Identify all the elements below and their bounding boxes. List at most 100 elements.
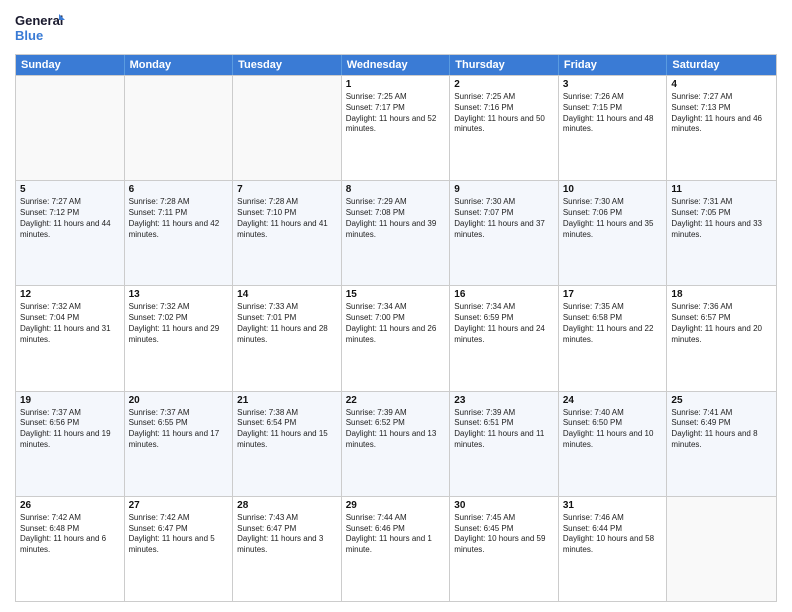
day-number: 30 — [454, 500, 554, 511]
calendar-row: 5 Sunrise: 7:27 AM Sunset: 7:12 PM Daylig… — [16, 180, 776, 285]
calendar-cell: 24 Sunrise: 7:40 AM Sunset: 6:50 PM Dayli… — [559, 392, 668, 496]
calendar-header: SundayMondayTuesdayWednesdayThursdayFrid… — [16, 55, 776, 75]
cell-info: Sunrise: 7:39 AM Sunset: 6:51 PM Dayligh… — [454, 408, 554, 451]
day-number: 19 — [20, 395, 120, 406]
cell-info: Sunrise: 7:35 AM Sunset: 6:58 PM Dayligh… — [563, 302, 663, 345]
cell-info: Sunrise: 7:44 AM Sunset: 6:46 PM Dayligh… — [346, 513, 446, 556]
day-of-week-header: Wednesday — [342, 55, 451, 75]
day-of-week-header: Sunday — [16, 55, 125, 75]
day-number: 24 — [563, 395, 663, 406]
day-number: 29 — [346, 500, 446, 511]
day-number: 20 — [129, 395, 229, 406]
cell-info: Sunrise: 7:33 AM Sunset: 7:01 PM Dayligh… — [237, 302, 337, 345]
calendar-cell: 3Sunrise: 7:26 AM Sunset: 7:15 PM Daylig… — [559, 76, 668, 180]
calendar-cell: 29 Sunrise: 7:44 AM Sunset: 6:46 PM Dayli… — [342, 497, 451, 601]
cell-info: Sunrise: 7:38 AM Sunset: 6:54 PM Dayligh… — [237, 408, 337, 451]
calendar-cell: 7 Sunrise: 7:28 AM Sunset: 7:10 PM Daylig… — [233, 181, 342, 285]
cell-info: Sunrise: 7:37 AM Sunset: 6:55 PM Dayligh… — [129, 408, 229, 451]
calendar-cell: 31 Sunrise: 7:46 AM Sunset: 6:44 PM Dayli… — [559, 497, 668, 601]
cell-info: Sunrise: 7:39 AM Sunset: 6:52 PM Dayligh… — [346, 408, 446, 451]
cell-info: Sunrise: 7:34 AM Sunset: 7:00 PM Dayligh… — [346, 302, 446, 345]
day-number: 23 — [454, 395, 554, 406]
day-number: 1 — [346, 79, 446, 90]
calendar-cell: 21 Sunrise: 7:38 AM Sunset: 6:54 PM Dayli… — [233, 392, 342, 496]
day-number: 7 — [237, 184, 337, 195]
logo: General Blue — [15, 10, 65, 46]
calendar-cell: 13Sunrise: 7:32 AM Sunset: 7:02 PM Dayli… — [125, 286, 234, 390]
day-of-week-header: Monday — [125, 55, 234, 75]
day-number: 27 — [129, 500, 229, 511]
cell-info: Sunrise: 7:46 AM Sunset: 6:44 PM Dayligh… — [563, 513, 663, 556]
calendar-row: 12Sunrise: 7:32 AM Sunset: 7:04 PM Dayli… — [16, 285, 776, 390]
svg-text:Blue: Blue — [15, 28, 43, 43]
calendar-row: 1 Sunrise: 7:25 AM Sunset: 7:17 PM Daylig… — [16, 75, 776, 180]
calendar: SundayMondayTuesdayWednesdayThursdayFrid… — [15, 54, 777, 602]
calendar-cell: 18Sunrise: 7:36 AM Sunset: 6:57 PM Dayli… — [667, 286, 776, 390]
cell-info: Sunrise: 7:27 AM Sunset: 7:12 PM Dayligh… — [20, 197, 120, 240]
calendar-cell: 20 Sunrise: 7:37 AM Sunset: 6:55 PM Dayli… — [125, 392, 234, 496]
day-number: 11 — [671, 184, 772, 195]
cell-info: Sunrise: 7:28 AM Sunset: 7:11 PM Dayligh… — [129, 197, 229, 240]
cell-info: Sunrise: 7:43 AM Sunset: 6:47 PM Dayligh… — [237, 513, 337, 556]
day-number: 6 — [129, 184, 229, 195]
calendar-body: 1 Sunrise: 7:25 AM Sunset: 7:17 PM Daylig… — [16, 75, 776, 601]
day-number: 17 — [563, 289, 663, 300]
cell-info: Sunrise: 7:30 AM Sunset: 7:07 PM Dayligh… — [454, 197, 554, 240]
calendar-row: 19 Sunrise: 7:37 AM Sunset: 6:56 PM Dayli… — [16, 391, 776, 496]
calendar-cell: 5 Sunrise: 7:27 AM Sunset: 7:12 PM Daylig… — [16, 181, 125, 285]
day-number: 8 — [346, 184, 446, 195]
calendar-row: 26Sunrise: 7:42 AM Sunset: 6:48 PM Dayli… — [16, 496, 776, 601]
day-number: 21 — [237, 395, 337, 406]
empty-cell — [233, 76, 342, 180]
calendar-cell: 27 Sunrise: 7:42 AM Sunset: 6:47 PM Dayli… — [125, 497, 234, 601]
calendar-cell: 16 Sunrise: 7:34 AM Sunset: 6:59 PM Dayli… — [450, 286, 559, 390]
cell-info: Sunrise: 7:25 AM Sunset: 7:17 PM Dayligh… — [346, 92, 446, 135]
cell-info: Sunrise: 7:32 AM Sunset: 7:04 PM Dayligh… — [20, 302, 120, 345]
day-number: 26 — [20, 500, 120, 511]
cell-info: Sunrise: 7:45 AM Sunset: 6:45 PM Dayligh… — [454, 513, 554, 556]
day-of-week-header: Friday — [559, 55, 668, 75]
calendar-cell: 6 Sunrise: 7:28 AM Sunset: 7:11 PM Daylig… — [125, 181, 234, 285]
day-number: 25 — [671, 395, 772, 406]
cell-info: Sunrise: 7:36 AM Sunset: 6:57 PM Dayligh… — [671, 302, 772, 345]
calendar-cell: 4 Sunrise: 7:27 AM Sunset: 7:13 PM Daylig… — [667, 76, 776, 180]
day-number: 28 — [237, 500, 337, 511]
calendar-cell: 30 Sunrise: 7:45 AM Sunset: 6:45 PM Dayli… — [450, 497, 559, 601]
calendar-cell: 11Sunrise: 7:31 AM Sunset: 7:05 PM Dayli… — [667, 181, 776, 285]
cell-info: Sunrise: 7:28 AM Sunset: 7:10 PM Dayligh… — [237, 197, 337, 240]
calendar-cell: 22 Sunrise: 7:39 AM Sunset: 6:52 PM Dayli… — [342, 392, 451, 496]
day-of-week-header: Tuesday — [233, 55, 342, 75]
page: General Blue SundayMondayTuesdayWednesda… — [0, 0, 792, 612]
day-number: 2 — [454, 79, 554, 90]
day-number: 16 — [454, 289, 554, 300]
cell-info: Sunrise: 7:25 AM Sunset: 7:16 PM Dayligh… — [454, 92, 554, 135]
day-number: 4 — [671, 79, 772, 90]
day-of-week-header: Thursday — [450, 55, 559, 75]
calendar-cell: 9Sunrise: 7:30 AM Sunset: 7:07 PM Daylig… — [450, 181, 559, 285]
cell-info: Sunrise: 7:30 AM Sunset: 7:06 PM Dayligh… — [563, 197, 663, 240]
cell-info: Sunrise: 7:26 AM Sunset: 7:15 PM Dayligh… — [563, 92, 663, 135]
header: General Blue — [15, 10, 777, 46]
cell-info: Sunrise: 7:40 AM Sunset: 6:50 PM Dayligh… — [563, 408, 663, 451]
cell-info: Sunrise: 7:27 AM Sunset: 7:13 PM Dayligh… — [671, 92, 772, 135]
calendar-cell: 28 Sunrise: 7:43 AM Sunset: 6:47 PM Dayli… — [233, 497, 342, 601]
day-number: 31 — [563, 500, 663, 511]
logo-svg: General Blue — [15, 10, 65, 46]
calendar-cell: 15Sunrise: 7:34 AM Sunset: 7:00 PM Dayli… — [342, 286, 451, 390]
day-number: 10 — [563, 184, 663, 195]
day-of-week-header: Saturday — [667, 55, 776, 75]
cell-info: Sunrise: 7:34 AM Sunset: 6:59 PM Dayligh… — [454, 302, 554, 345]
cell-info: Sunrise: 7:37 AM Sunset: 6:56 PM Dayligh… — [20, 408, 120, 451]
cell-info: Sunrise: 7:41 AM Sunset: 6:49 PM Dayligh… — [671, 408, 772, 451]
calendar-cell: 26Sunrise: 7:42 AM Sunset: 6:48 PM Dayli… — [16, 497, 125, 601]
empty-cell — [667, 497, 776, 601]
day-number: 22 — [346, 395, 446, 406]
cell-info: Sunrise: 7:29 AM Sunset: 7:08 PM Dayligh… — [346, 197, 446, 240]
empty-cell — [125, 76, 234, 180]
day-number: 13 — [129, 289, 229, 300]
cell-info: Sunrise: 7:42 AM Sunset: 6:47 PM Dayligh… — [129, 513, 229, 556]
calendar-cell: 2 Sunrise: 7:25 AM Sunset: 7:16 PM Daylig… — [450, 76, 559, 180]
day-number: 5 — [20, 184, 120, 195]
calendar-cell: 14Sunrise: 7:33 AM Sunset: 7:01 PM Dayli… — [233, 286, 342, 390]
calendar-cell: 12Sunrise: 7:32 AM Sunset: 7:04 PM Dayli… — [16, 286, 125, 390]
